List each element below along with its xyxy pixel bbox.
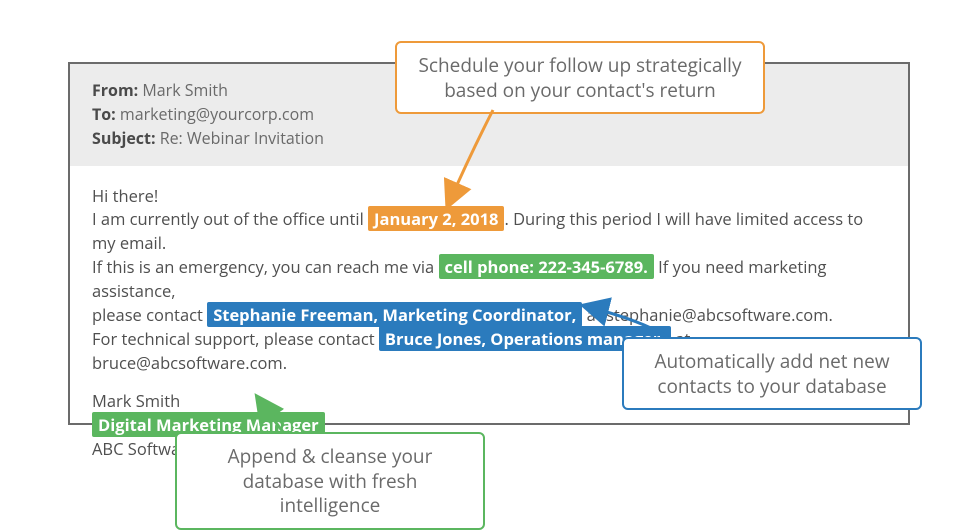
body-line-1: I am currently out of the office until J… xyxy=(92,207,886,255)
body-line-2: If this is an emergency, you can reach m… xyxy=(92,255,886,303)
callout-add-contacts: Automatically add net new contacts to yo… xyxy=(622,337,922,410)
highlight-contact-1: Stephanie Freeman, Marketing Coordinator… xyxy=(207,302,582,327)
callout-append-cleanse: Append & cleanse your database with fres… xyxy=(175,432,485,530)
from-value: Mark Smith xyxy=(142,79,228,101)
text: I am currently out of the office until xyxy=(92,207,368,230)
greeting: Hi there! xyxy=(92,184,886,208)
text: please contact xyxy=(92,303,207,326)
subject-value: Re: Webinar Invitation xyxy=(160,127,324,149)
subject-label: Subject: xyxy=(92,127,156,149)
to-label: To: xyxy=(92,103,116,125)
highlight-return-date: January 2, 2018 xyxy=(368,206,504,231)
to-value: marketing@yourcorp.com xyxy=(120,103,314,125)
text: at stephanie@abcsoftware.com. xyxy=(582,303,832,326)
subject-row: Subject: Re: Webinar Invitation xyxy=(92,127,886,150)
highlight-cell-phone: cell phone: 222-345-6789. xyxy=(439,254,654,279)
text: If this is an emergency, you can reach m… xyxy=(92,255,439,278)
text: For technical support, please contact xyxy=(92,327,379,350)
from-label: From: xyxy=(92,79,138,101)
email-body: Hi there! I am currently out of the offi… xyxy=(70,166,908,475)
callout-schedule-followup: Schedule your follow up strategically ba… xyxy=(395,41,765,114)
body-line-3: please contact Stephanie Freeman, Market… xyxy=(92,303,886,327)
